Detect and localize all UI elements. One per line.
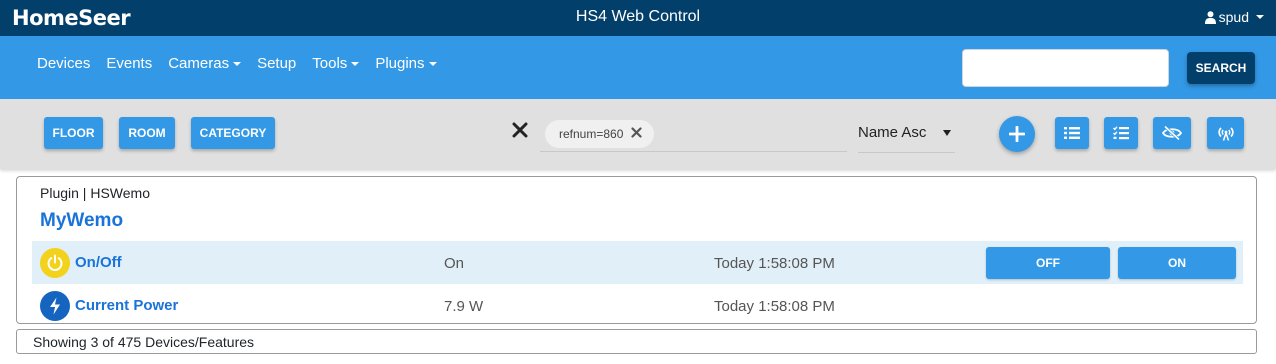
feature-value: On xyxy=(444,255,465,272)
chevron-down-icon xyxy=(1256,15,1264,19)
filter-chip: refnum=860 xyxy=(545,120,655,148)
on-button[interactable]: ON xyxy=(1118,247,1236,279)
nav-item-cameras[interactable]: Cameras xyxy=(168,55,242,72)
top-bar: HomeSeer HS4 Web Control spud xyxy=(0,0,1276,36)
list-view-button[interactable] xyxy=(1055,117,1089,149)
device-name[interactable]: MyWemo xyxy=(40,210,123,232)
plus-icon xyxy=(1009,126,1025,142)
nav-label: Events xyxy=(106,55,153,72)
user-icon xyxy=(1204,10,1216,24)
feature-value: 7.9 W xyxy=(444,298,484,315)
hide-button[interactable] xyxy=(1153,117,1191,149)
feature-row[interactable]: On/Off On Today 1:58:08 PM OFF ON xyxy=(32,241,1243,284)
lightning-icon[interactable] xyxy=(40,291,70,321)
remove-chip-icon[interactable] xyxy=(631,127,642,141)
chevron-down-icon xyxy=(233,62,242,67)
nav-item-devices[interactable]: Devices xyxy=(37,55,90,72)
off-button[interactable]: OFF xyxy=(986,247,1110,279)
feature-row[interactable]: Current Power 7.9 W Today 1:58:08 PM xyxy=(32,284,1243,327)
list-icon xyxy=(1064,127,1080,139)
chevron-down-icon xyxy=(428,62,437,67)
category-filter-button[interactable]: CATEGORY xyxy=(191,117,275,149)
nav-item-tools[interactable]: Tools xyxy=(312,55,360,72)
checklist-icon xyxy=(1113,126,1129,140)
search-input[interactable] xyxy=(962,49,1169,87)
add-button[interactable] xyxy=(999,116,1035,152)
nav-label: Devices xyxy=(37,55,91,72)
feature-timestamp: Today 1:58:08 PM xyxy=(714,298,835,315)
nav-label: Setup xyxy=(257,55,297,72)
feature-name[interactable]: On/Off xyxy=(75,254,122,271)
nav-item-setup[interactable]: Setup xyxy=(257,55,296,72)
nav-label: Tools xyxy=(312,55,348,72)
results-count: Showing 3 of 475 Devices/Features xyxy=(16,329,1257,354)
feature-timestamp: Today 1:58:08 PM xyxy=(714,255,835,272)
feature-name[interactable]: Current Power xyxy=(75,297,178,314)
room-filter-button[interactable]: ROOM xyxy=(119,117,175,149)
sort-select[interactable]: Name Asc xyxy=(858,120,955,153)
nav-label: Cameras xyxy=(168,55,230,72)
main-nav: Devices Events Cameras Setup Tools Plugi… xyxy=(37,55,437,72)
chevron-down-icon xyxy=(351,62,360,67)
username: spud xyxy=(1218,9,1249,25)
filter-chip-label: refnum=860 xyxy=(559,127,624,141)
app-title: HS4 Web Control xyxy=(575,8,701,25)
nav-item-plugins[interactable]: Plugins xyxy=(375,55,437,72)
filter-chip-area[interactable]: refnum=860 xyxy=(540,120,847,152)
eye-slash-icon xyxy=(1162,126,1182,140)
nav-bar: Devices Events Cameras Setup Tools Plugi… xyxy=(0,36,1276,99)
device-card: Plugin | HSWemo MyWemo On/Off On Today 1… xyxy=(16,176,1257,324)
user-menu[interactable]: spud xyxy=(1204,9,1264,25)
floor-filter-button[interactable]: FLOOR xyxy=(44,117,103,149)
search-button[interactable]: SEARCH xyxy=(1187,52,1255,84)
nav-label: Plugins xyxy=(375,55,425,72)
nav-item-events[interactable]: Events xyxy=(106,55,152,72)
clear-filters-icon[interactable] xyxy=(511,121,529,139)
filter-bar: FLOOR ROOM CATEGORY refnum=860 Name Asc xyxy=(0,99,1276,169)
sort-value: Name Asc xyxy=(858,124,927,141)
checklist-view-button[interactable] xyxy=(1104,117,1138,149)
broadcast-tower-icon xyxy=(1217,126,1234,141)
power-icon[interactable] xyxy=(40,248,70,278)
device-meta: Plugin | HSWemo xyxy=(40,185,150,201)
broadcast-button[interactable] xyxy=(1207,117,1244,149)
dropdown-arrow-icon xyxy=(943,130,951,136)
